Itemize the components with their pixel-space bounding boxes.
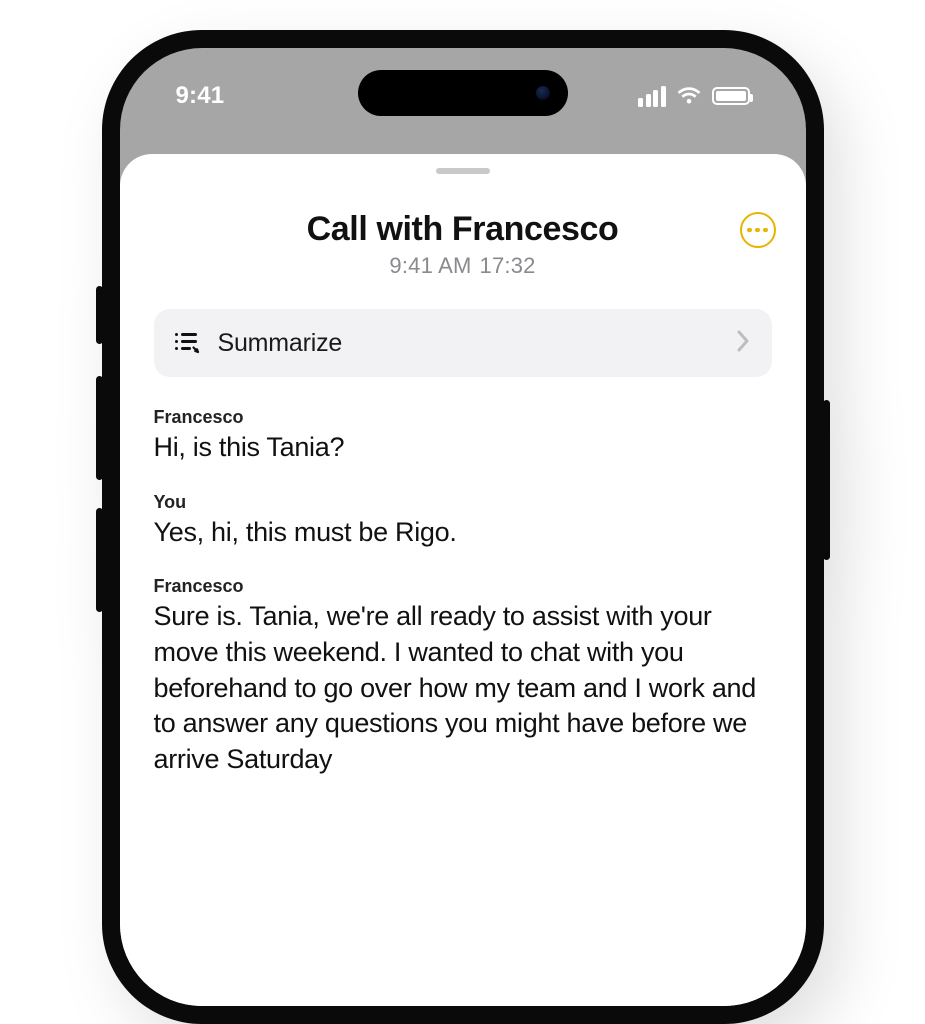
transcript-text: Yes, hi, this must be Rigo.	[154, 515, 772, 551]
call-title: Call with Francesco	[154, 210, 772, 249]
transcript-text: Hi, is this Tania?	[154, 430, 772, 466]
summarize-button[interactable]: Summarize	[154, 309, 772, 377]
volume-up-button	[96, 376, 103, 480]
call-duration: 17:32	[480, 253, 536, 278]
summarize-label: Summarize	[218, 329, 736, 358]
status-time: 9:41	[176, 82, 225, 110]
more-options-button[interactable]	[740, 212, 776, 248]
cellular-signal-icon	[638, 86, 666, 107]
power-button	[823, 400, 830, 560]
speaker-label: Francesco	[154, 407, 772, 428]
volume-down-button	[96, 508, 103, 612]
transcript-block: Francesco Hi, is this Tania?	[154, 407, 772, 466]
call-subtitle: 9:41 AM 17:32	[154, 253, 772, 279]
transcript-text: Sure is. Tania, we're all ready to assis…	[154, 599, 772, 777]
transcript: Francesco Hi, is this Tania? You Yes, hi…	[154, 407, 772, 777]
dynamic-island	[358, 70, 568, 116]
transcript-block: You Yes, hi, this must be Rigo.	[154, 492, 772, 551]
speaker-label: You	[154, 492, 772, 513]
summarize-icon	[174, 331, 200, 355]
front-camera	[536, 86, 550, 100]
screen: 9:41	[120, 48, 806, 1006]
speaker-label: Francesco	[154, 576, 772, 597]
wifi-icon	[676, 86, 702, 106]
battery-icon	[712, 87, 750, 105]
sheet-grabber[interactable]	[436, 168, 490, 174]
chevron-right-icon	[736, 330, 750, 357]
call-time: 9:41 AM	[389, 253, 471, 278]
transcript-block: Francesco Sure is. Tania, we're all read…	[154, 576, 772, 777]
phone-frame: 9:41	[102, 30, 824, 1024]
side-button	[96, 286, 103, 344]
modal-sheet: Call with Francesco 9:41 AM 17:32	[120, 154, 806, 1006]
bottom-fade	[120, 886, 806, 1006]
